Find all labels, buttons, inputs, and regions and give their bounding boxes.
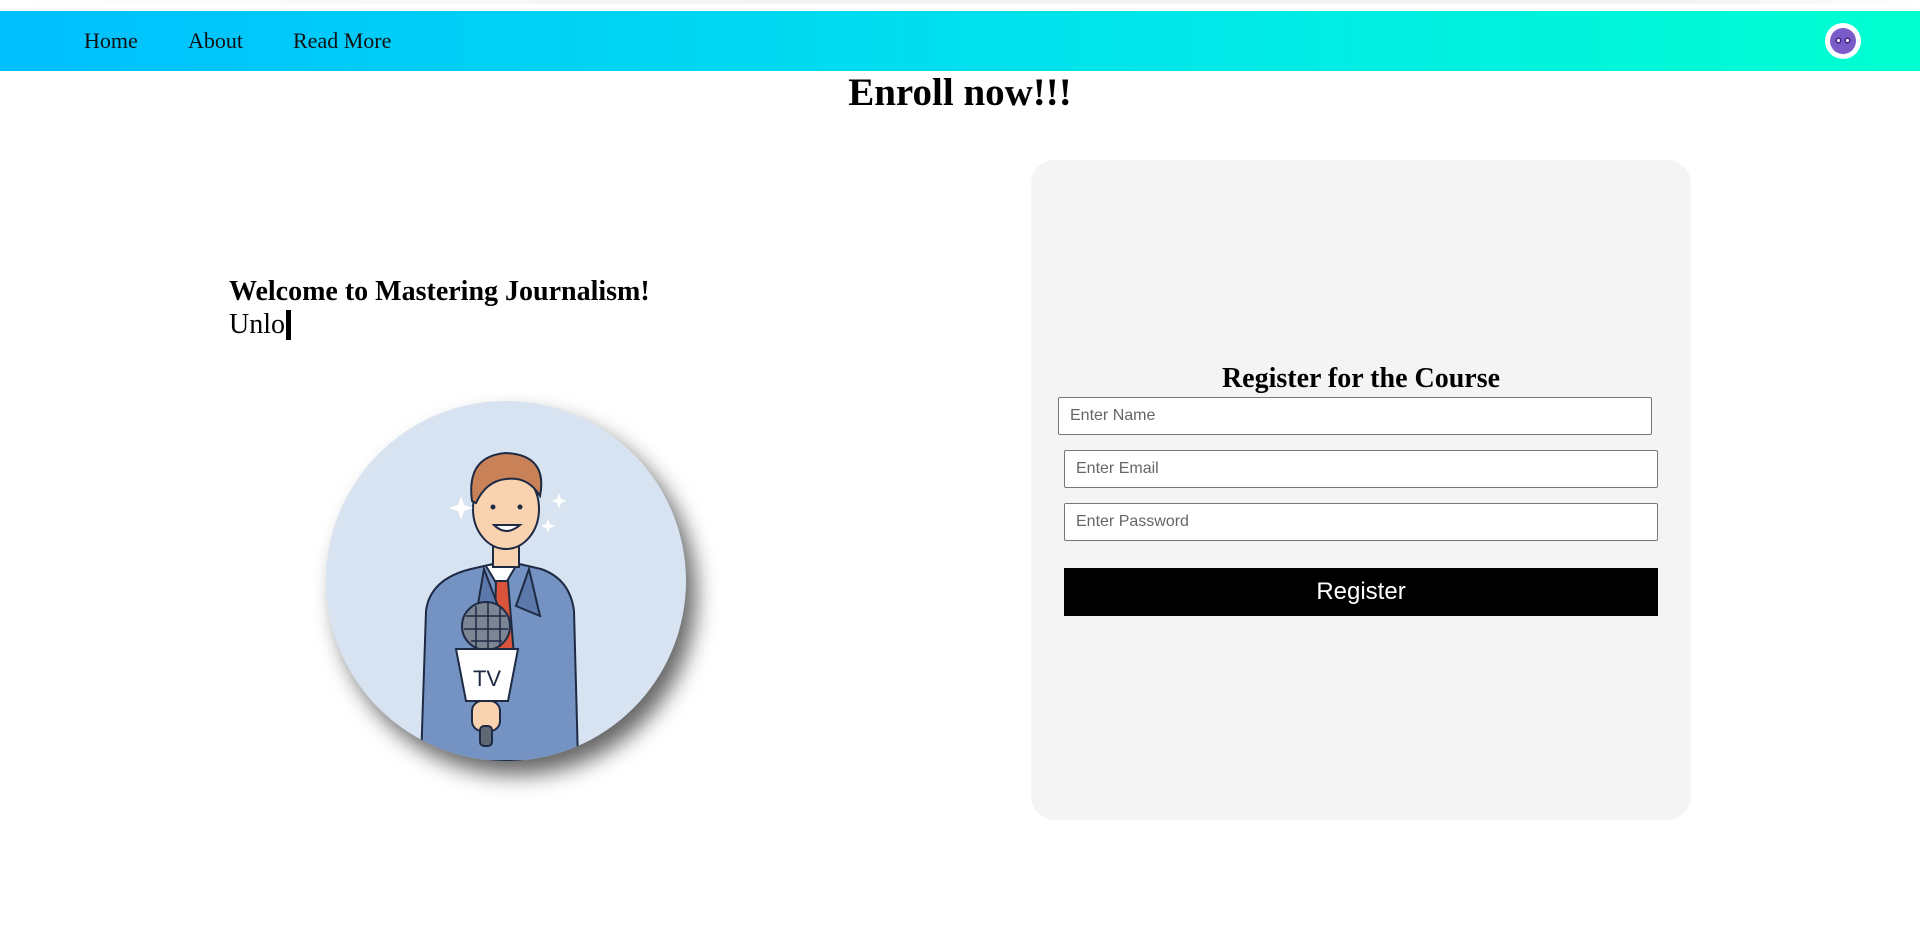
registration-title: Register for the Course — [1221, 363, 1501, 394]
nav-link-read-more[interactable]: Read More — [293, 28, 391, 54]
typing-caret — [286, 310, 291, 340]
owl-avatar-icon[interactable] — [1825, 23, 1861, 59]
tv-label: TV — [473, 666, 501, 691]
nav-link-about[interactable]: About — [188, 28, 243, 54]
typewriter-text: Unlo — [229, 309, 291, 341]
typed-text: Unlo — [229, 309, 285, 340]
email-field[interactable] — [1064, 450, 1658, 488]
nav-link-home[interactable]: Home — [84, 28, 138, 54]
page-headline: Enroll now!!! — [848, 71, 1072, 114]
journalist-illustration: TV — [326, 401, 686, 761]
registration-card: Register for the Course Register — [1031, 160, 1691, 820]
welcome-heading: Welcome to Mastering Journalism! — [229, 276, 650, 307]
journalist-drawing: TV — [419, 451, 580, 761]
name-field[interactable] — [1058, 397, 1652, 435]
register-button[interactable]: Register — [1064, 568, 1658, 616]
browser-top-strip — [0, 0, 1920, 11]
top-navbar: Home About Read More — [0, 11, 1920, 71]
password-field[interactable] — [1064, 503, 1658, 541]
